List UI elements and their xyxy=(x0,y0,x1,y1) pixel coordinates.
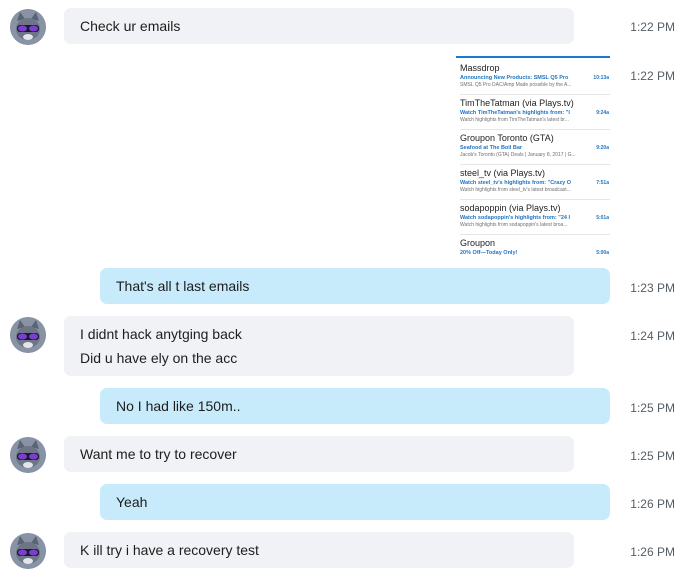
message-bubble[interactable]: No I had like 150m.. xyxy=(100,388,610,424)
email-sender: TimTheTatman (via Plays.tv) xyxy=(460,98,574,108)
message-timestamp: 1:25 PM xyxy=(630,401,675,415)
message-text: That's all t last emails xyxy=(116,278,250,294)
message-text: No I had like 150m.. xyxy=(116,398,241,414)
email-sender: Massdrop xyxy=(460,63,500,73)
email-subject: Watch steel_tv's highlights from: "Crazy… xyxy=(460,180,571,186)
message-text: Yeah xyxy=(116,494,148,510)
email-preview: Jacob's Toronto (GTA) Deals | January 8,… xyxy=(460,152,576,158)
email-list-item: Groupon 20% Off—Today Only! 5:00a xyxy=(460,235,610,269)
email-subject: Watch sodapoppin's highlights from: "24 … xyxy=(460,215,571,221)
email-list-item: TimTheTatman (via Plays.tv) Watch TimThe… xyxy=(460,95,610,130)
message-text: Did u have ely on the acc xyxy=(80,350,238,366)
message-text: K ill try i have a recovery test xyxy=(80,542,259,558)
email-time: 5:00a xyxy=(596,250,609,256)
message-timestamp: 1:22 PM xyxy=(630,69,675,83)
email-list-item: Massdrop Announcing New Products: SMSL Q… xyxy=(460,60,610,95)
message-text: I didnt hack anytging back xyxy=(80,326,242,342)
message-timestamp: 1:22 PM xyxy=(630,20,675,34)
email-time: 7:51a xyxy=(596,180,609,186)
message-timestamp: 1:24 PM xyxy=(630,329,675,343)
email-time: 9:20a xyxy=(596,145,609,151)
message-bubble[interactable]: K ill try i have a recovery test xyxy=(64,532,574,568)
email-time: 10:13a xyxy=(593,75,609,81)
email-screenshot-image[interactable]: Massdrop Announcing New Products: SMSL Q… xyxy=(456,56,610,258)
avatar[interactable] xyxy=(10,317,46,353)
message-bubble[interactable]: Yeah xyxy=(100,484,610,520)
email-preview: Watch highlights from steel_tv's latest … xyxy=(460,187,571,193)
email-time: 9:24a xyxy=(596,110,609,116)
message-text: Want me to try to recover xyxy=(80,446,237,462)
message-bubble[interactable]: Check ur emails xyxy=(64,8,574,44)
message-timestamp: 1:26 PM xyxy=(630,497,675,511)
email-preview: SMSL Q5 Pro DAC/Amp Made possible by the… xyxy=(460,82,572,88)
email-subject: Announcing New Products: SMSL Q5 Pro xyxy=(460,75,569,81)
email-sender: Groupon Toronto (GTA) xyxy=(460,133,554,143)
email-list-item: steel_tv (via Plays.tv) Watch steel_tv's… xyxy=(460,165,610,200)
message-bubble[interactable]: That's all t last emails xyxy=(100,268,610,304)
email-list-item: sodapoppin (via Plays.tv) Watch sodapopp… xyxy=(460,200,610,235)
email-subject: Watch TimTheTatman's highlights from: "I xyxy=(460,110,570,116)
email-subject: Seafood at The Boil Bar xyxy=(460,145,523,151)
avatar[interactable] xyxy=(10,533,46,569)
email-preview: Watch highlights from sodapoppin's lates… xyxy=(460,222,568,228)
message-timestamp: 1:23 PM xyxy=(630,281,675,295)
email-sender: Groupon xyxy=(460,238,496,248)
avatar[interactable] xyxy=(10,9,46,45)
message-bubble[interactable]: I didnt hack anytging back Did u have el… xyxy=(64,316,574,376)
email-preview: Watch highlights from TimTheTatman's lat… xyxy=(460,117,569,123)
email-subject: 20% Off—Today Only! xyxy=(460,250,518,256)
email-sender: steel_tv (via Plays.tv) xyxy=(460,168,546,178)
email-time: 5:01a xyxy=(596,215,609,221)
message-bubble[interactable]: Want me to try to recover xyxy=(64,436,574,472)
message-text: Check ur emails xyxy=(80,18,181,34)
email-list-item: Groupon Toronto (GTA) Seafood at The Boi… xyxy=(460,130,610,165)
avatar[interactable] xyxy=(10,437,46,473)
message-timestamp: 1:26 PM xyxy=(630,545,675,559)
message-timestamp: 1:25 PM xyxy=(630,449,675,463)
email-sender: sodapoppin (via Plays.tv) xyxy=(460,203,561,213)
